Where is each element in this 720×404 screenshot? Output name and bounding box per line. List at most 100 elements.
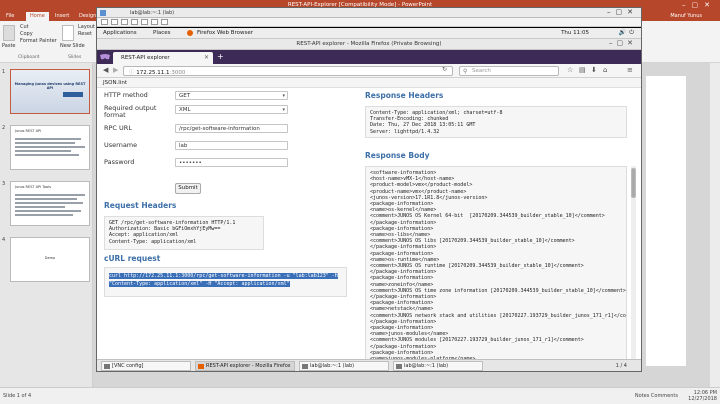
user-name[interactable]: Manuf Yunus [670, 13, 702, 19]
library-icon[interactable]: ▤ [579, 66, 586, 74]
tab-file[interactable]: File [2, 12, 18, 21]
bookmark-star-icon[interactable]: ☆ [567, 66, 573, 74]
search-field[interactable]: ⚲ Search [459, 66, 559, 76]
vnc-ctrl-icon[interactable] [141, 19, 148, 25]
taskbar-item-vnc-config[interactable]: [VNC config] [101, 361, 191, 371]
group-slides: Slides [68, 55, 82, 60]
slide-scrollbar[interactable] [710, 63, 720, 387]
firefox-window: REST-API explorer - Mozilla Firefox (Pri… [97, 39, 641, 359]
format-painter-button[interactable]: Format Painter [20, 38, 57, 44]
back-icon[interactable]: ◀ [103, 66, 108, 74]
chevron-down-icon: ▾ [282, 107, 285, 113]
curl-request-box[interactable]: curl http://172.25.11.1:3000/rpc/get-sof… [104, 267, 347, 297]
url-port: :3000 [169, 70, 186, 76]
reload-icon[interactable]: ↻ [442, 66, 447, 73]
tab-label: REST-API explorer [121, 55, 170, 61]
thumb-number: 3 [2, 181, 6, 187]
applications-menu[interactable]: Applications [103, 30, 137, 36]
slide-thumbnails-pane: 1 Managing Junos devices using REST API … [0, 63, 93, 387]
response-body-scrollbar[interactable] [631, 166, 636, 359]
window-controls[interactable]: –▢✕ [682, 1, 716, 9]
chevron-down-icon: ▾ [282, 93, 285, 99]
group-clipboard: Clipboard [18, 55, 40, 60]
output-format-select[interactable]: XML ▾ [175, 105, 288, 114]
curl-line-1: curl http://172.25.11.1:3000/rpc/get-sof… [109, 273, 338, 279]
curl-request-title: cURL request [104, 254, 161, 263]
vnc-options-icon[interactable] [101, 19, 108, 25]
paste-icon[interactable] [3, 25, 15, 41]
firefox-titlebar: REST-API explorer - Mozilla Firefox (Pri… [97, 39, 641, 50]
firefox-window-title: REST-API explorer - Mozilla Firefox (Pri… [296, 41, 442, 47]
password-input[interactable]: ••••••• [175, 158, 288, 167]
thumb-title: Managing Junos devices using REST API [14, 82, 86, 90]
panel-clock[interactable]: Thu 11:05 [561, 30, 589, 36]
paste-button[interactable]: Paste [2, 43, 16, 49]
new-slide-button[interactable]: New Slide [60, 43, 85, 49]
response-body-box[interactable]: <software-information> <host-name>vMX-1<… [365, 166, 627, 359]
forward-icon[interactable]: ▶ [113, 66, 118, 74]
tab-insert[interactable]: Insert [51, 12, 73, 21]
vnc-icon [100, 10, 106, 16]
tab-home[interactable]: Home [26, 12, 49, 21]
thumb-title: Junos REST API Tools [15, 185, 51, 189]
search-icon: ⚲ [463, 68, 468, 75]
juniper-logo [63, 92, 83, 97]
close-tab-icon[interactable]: ✕ [204, 54, 209, 61]
reset-button[interactable]: Reset [78, 31, 92, 37]
slide-thumbnail-3[interactable]: Junos REST API Tools [10, 181, 90, 226]
taskbar-item-terminal[interactable]: lab@lab:~:1 (lab) [393, 361, 483, 371]
taskbar-item-terminal[interactable]: lab@lab:~:1 (lab) [299, 361, 389, 371]
panel-system-icons[interactable]: 🔊⏻ [619, 29, 637, 37]
vnc-fullscreen-icon[interactable] [161, 19, 168, 25]
places-menu[interactable]: Places [153, 30, 171, 36]
vnc-toolbar [97, 18, 641, 27]
output-format-label: Required output format [104, 104, 157, 119]
taskbar-item-firefox[interactable]: REST-API explorer - Mozilla Firefox [195, 361, 295, 371]
vnc-window-controls[interactable]: –▢✕ [607, 8, 638, 16]
thumb-number: 1 [2, 69, 6, 75]
hamburger-menu-icon[interactable]: ≡ [627, 66, 633, 74]
cut-button[interactable]: Cut [20, 24, 29, 30]
new-slide-icon[interactable] [62, 25, 74, 41]
copy-button[interactable]: Copy [20, 31, 33, 37]
vnc-refresh-icon[interactable] [121, 19, 128, 25]
download-icon[interactable]: ⬇ [591, 66, 597, 74]
terminal-icon [104, 364, 110, 369]
rest-api-explorer-page: HTTP method GET ▾ Required output format… [97, 88, 641, 359]
gnome-top-panel: Applications Places Firefox Web Browser … [97, 28, 641, 39]
bookmark-jsonlint[interactable]: JSON.lint [103, 80, 127, 86]
vnc-title: lab@lab:~:1 (lab) [130, 10, 175, 16]
vnc-ctrl-alt-del-icon[interactable] [131, 19, 138, 25]
firefox-icon[interactable] [187, 30, 193, 36]
vnc-info-icon[interactable] [111, 19, 118, 25]
thumb-number: 4 [2, 237, 6, 243]
url-bar[interactable]: ⓘ 172.25.11.1:3000 [123, 66, 453, 76]
layout-button[interactable]: Layout [78, 24, 95, 30]
slide-thumbnail-2[interactable]: Junos REST API [10, 125, 90, 170]
home-icon[interactable]: ⌂ [603, 66, 607, 74]
scrollbar-thumb[interactable] [631, 168, 636, 198]
status-actions[interactable]: Notes Comments [635, 393, 678, 399]
http-method-select[interactable]: GET ▾ [175, 91, 288, 100]
tab-rest-api-explorer[interactable]: REST-API explorer ✕ [113, 52, 213, 64]
http-method-label: HTTP method [104, 91, 148, 99]
slide-counter: Slide 1 of 4 [3, 393, 32, 399]
slide-thumbnail-4[interactable]: Demo [10, 237, 90, 282]
firefox-launcher[interactable]: Firefox Web Browser [197, 30, 253, 36]
curl-line-2: "Content-Type: application/xml" -H "Acce… [109, 281, 290, 287]
slide-thumbnail-1[interactable]: Managing Junos devices using REST API [10, 69, 90, 114]
slide-page [646, 76, 686, 366]
submit-button[interactable]: Submit [175, 183, 201, 194]
url-host: 172.25.11.1 [136, 70, 170, 76]
new-tab-icon[interactable]: + [217, 52, 224, 61]
vnc-alt-icon[interactable] [151, 19, 158, 25]
rpc-url-input[interactable]: /rpc/get-software-information [175, 124, 288, 133]
workspace-pager[interactable]: 1 / 4 [616, 363, 627, 369]
search-placeholder: Search [472, 68, 491, 74]
password-label: Password [104, 158, 135, 166]
firefox-icon [198, 364, 204, 369]
output-format-value: XML [179, 107, 191, 113]
response-body-title: Response Body [365, 151, 430, 160]
firefox-window-controls[interactable]: –▢✕ [609, 39, 637, 47]
username-input[interactable]: lab [175, 141, 288, 150]
